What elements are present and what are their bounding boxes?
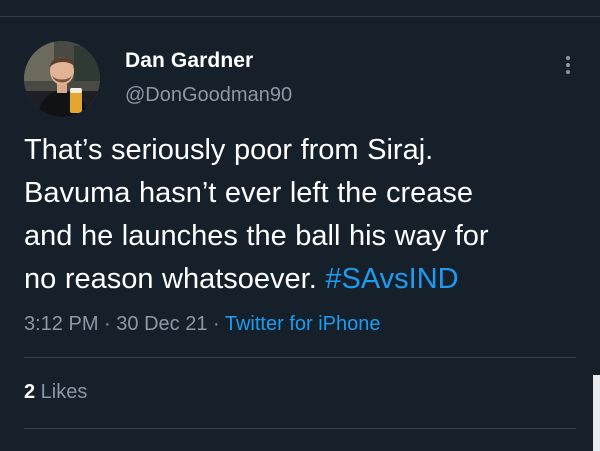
hashtag-link[interactable]: #SAvsIND [325,263,458,295]
tweet-date[interactable]: 30 Dec 21 [116,313,207,335]
tweet-time[interactable]: 3:12 PM [24,313,98,335]
tweet-source-link[interactable]: Twitter for iPhone [225,313,381,335]
scrollbar-edge [593,375,600,451]
tweet-text-line-4: no reason whatsoever. [24,263,326,295]
tweet-text-line-2: Bavuma hasn’t ever left the crease [24,177,474,209]
likes-label: Likes [35,381,88,403]
tweet-text: That’s seriously poor from Siraj. Bavuma… [24,129,584,301]
author-handle[interactable]: @DonGoodman90 [125,84,292,107]
divider [24,357,576,358]
tweet-text-line-1: That’s seriously poor from Siraj. [24,134,434,166]
likes-link[interactable]: 2 Likes [24,381,87,404]
avatar-image [24,41,100,117]
tweet-meta: 3:12 PM · 30 Dec 21 · Twitter for iPhone [24,313,380,336]
meta-separator: · [207,313,225,335]
tweet-card: Dan Gardner @DonGoodman90 That’s serious… [0,0,600,451]
author-display-name[interactable]: Dan Gardner [125,49,253,73]
avatar[interactable] [24,41,100,117]
more-vertical-icon[interactable] [562,56,574,78]
divider [24,428,576,429]
tweet-text-line-3: and he launches the ball his way for [24,220,489,252]
likes-count: 2 [24,381,36,403]
meta-separator: · [98,313,117,335]
